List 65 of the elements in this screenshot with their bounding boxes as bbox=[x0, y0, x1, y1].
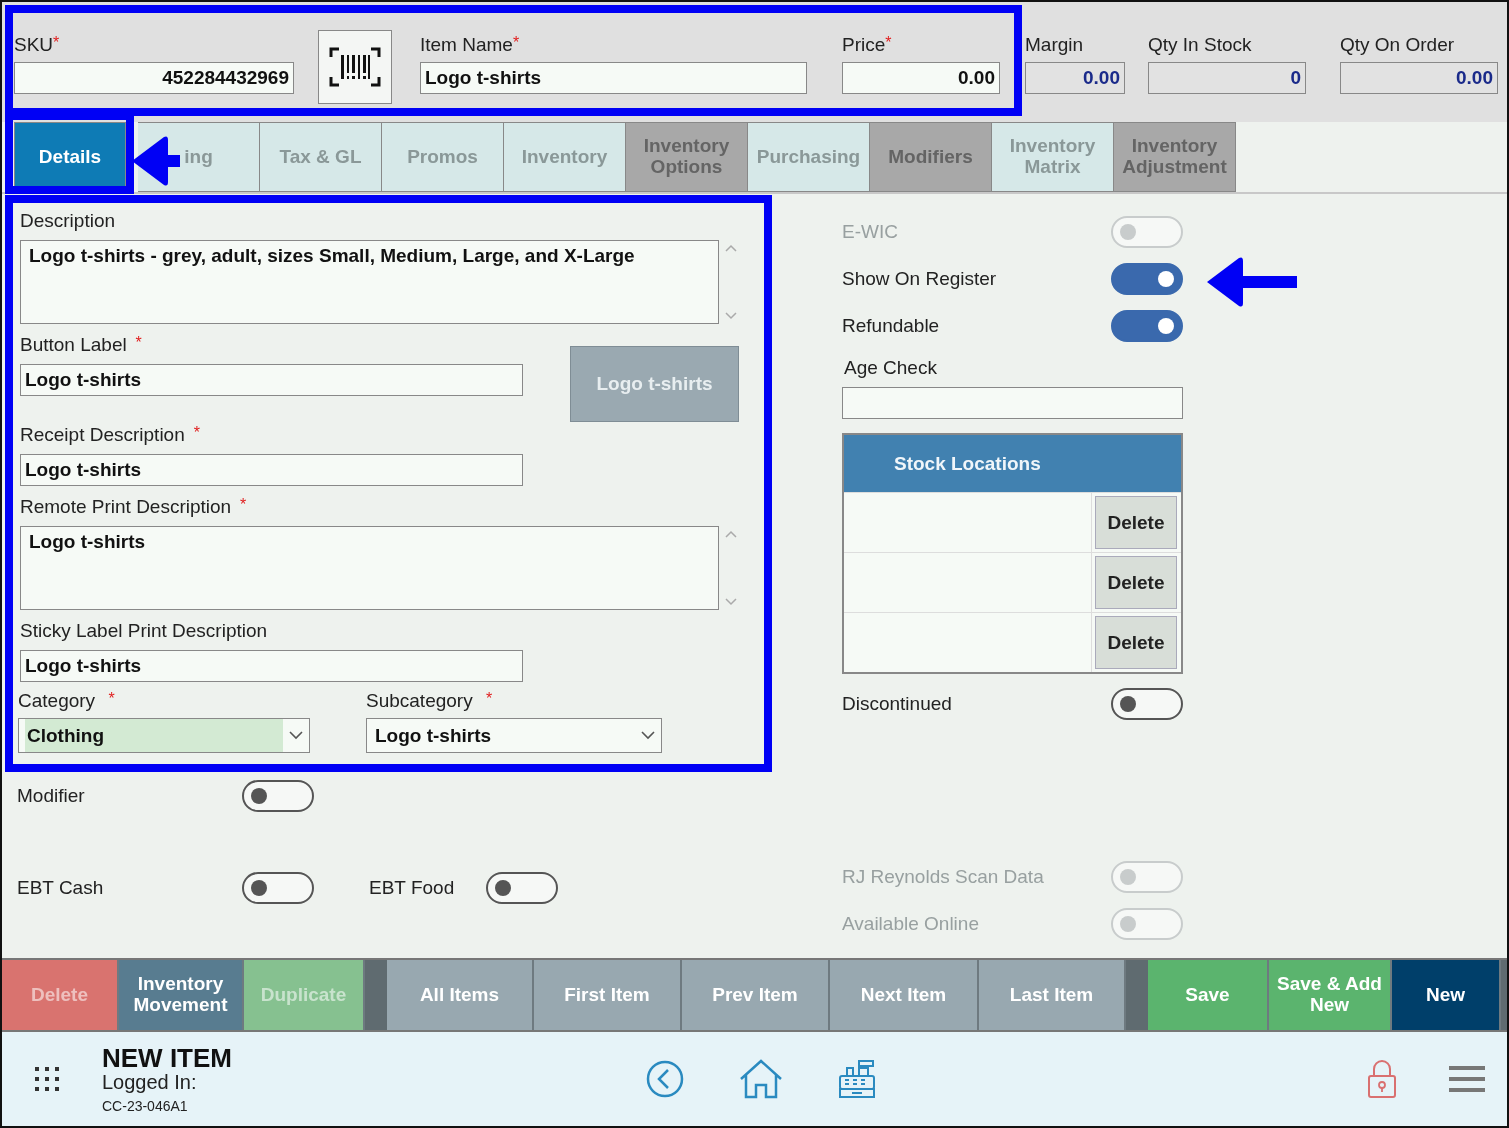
delete-button[interactable]: Delete bbox=[1095, 616, 1177, 669]
tab[interactable]: Tax & GL bbox=[260, 122, 382, 192]
toggle-label: Show On Register bbox=[842, 267, 997, 290]
field-label: Description bbox=[20, 210, 116, 232]
action-button[interactable]: New bbox=[1392, 960, 1501, 1030]
login-label: Logged In: bbox=[102, 1070, 198, 1094]
dropdown[interactable]: Logo t-shirts bbox=[366, 718, 662, 753]
text-field[interactable]: 452284432969 bbox=[14, 62, 294, 94]
field-label: Price bbox=[842, 34, 886, 56]
tab[interactable]: Inventory bbox=[504, 122, 626, 192]
page-title: NEW ITEM bbox=[102, 1044, 232, 1071]
field-label: Category bbox=[18, 690, 96, 712]
field-label: Remote Print Description bbox=[20, 496, 232, 518]
text-area[interactable]: Logo t-shirts - grey, adult, sizes Small, Medium, Large, and X-Large bbox=[20, 240, 719, 324]
field-label: Item Name bbox=[420, 34, 513, 56]
toggle-label: Available Online bbox=[842, 912, 979, 935]
text-field[interactable]: 0.00 bbox=[842, 62, 1000, 94]
field-label: Qty In Stock bbox=[1148, 34, 1252, 56]
action-button[interactable]: Prev Item bbox=[682, 960, 830, 1030]
field-label: Receipt Description bbox=[20, 424, 185, 446]
text-field[interactable]: Logo t-shirts bbox=[20, 454, 523, 486]
required-mark: * bbox=[885, 34, 892, 53]
text-field[interactable]: 0 bbox=[1148, 62, 1306, 94]
required-mark: * bbox=[486, 690, 493, 709]
tab[interactable]: Promos bbox=[382, 122, 504, 192]
action-button[interactable]: Save bbox=[1148, 960, 1269, 1030]
required-mark: * bbox=[135, 334, 142, 353]
toggle-label: Modifier bbox=[17, 785, 86, 807]
toggle-label: Discontinued bbox=[842, 692, 952, 715]
text-field[interactable]: Logo t-shirts bbox=[20, 364, 523, 396]
action-button[interactable]: Next Item bbox=[830, 960, 979, 1030]
tab[interactable]: Purchasing bbox=[748, 122, 870, 192]
text-field[interactable]: Logo t-shirts bbox=[20, 650, 523, 682]
action-button[interactable]: All Items bbox=[387, 960, 534, 1030]
text-field[interactable]: 0.00 bbox=[1340, 62, 1498, 94]
toggle-label: E-WIC bbox=[842, 220, 898, 243]
toggle-label: Refundable bbox=[842, 314, 940, 337]
toggle-label: EBT Food bbox=[369, 877, 456, 899]
field-label: Button Label bbox=[20, 334, 127, 356]
table-header: Stock Locations bbox=[844, 435, 1181, 492]
field-label: SKU bbox=[14, 34, 54, 56]
delete-button[interactable]: Delete bbox=[1095, 556, 1177, 609]
required-mark: * bbox=[53, 34, 60, 53]
terminal-id: CC-23-046A1 bbox=[102, 1097, 189, 1114]
required-mark: * bbox=[512, 34, 520, 53]
action-button[interactable]: Inventory Movement bbox=[119, 960, 244, 1030]
toggle-label: RJ Reynolds Scan Data bbox=[842, 865, 1044, 888]
required-mark: * bbox=[240, 496, 247, 515]
field-label: Age Check bbox=[844, 357, 938, 379]
text-field[interactable]: Logo t-shirts bbox=[420, 62, 807, 94]
required-mark: * bbox=[193, 424, 200, 443]
required-mark: * bbox=[108, 690, 115, 709]
text-area[interactable]: Logo t-shirts bbox=[20, 526, 719, 610]
text-field[interactable]: 0.00 bbox=[1025, 62, 1125, 94]
action-button[interactable]: Last Item bbox=[979, 960, 1126, 1030]
tab[interactable]: Inventory Matrix bbox=[992, 122, 1114, 192]
field-label: Subcategory bbox=[366, 690, 473, 712]
dropdown[interactable]: Clothing bbox=[18, 718, 310, 753]
delete-button[interactable]: Delete bbox=[1095, 496, 1177, 549]
field-label: Qty On Order bbox=[1340, 34, 1455, 56]
toggle-label: EBT Cash bbox=[17, 877, 105, 899]
field-label: Margin bbox=[1025, 34, 1084, 56]
field-label: Sticky Label Print Description bbox=[20, 620, 268, 642]
action-button[interactable]: Save & Add New bbox=[1269, 960, 1392, 1030]
action-button[interactable]: First Item bbox=[534, 960, 682, 1030]
